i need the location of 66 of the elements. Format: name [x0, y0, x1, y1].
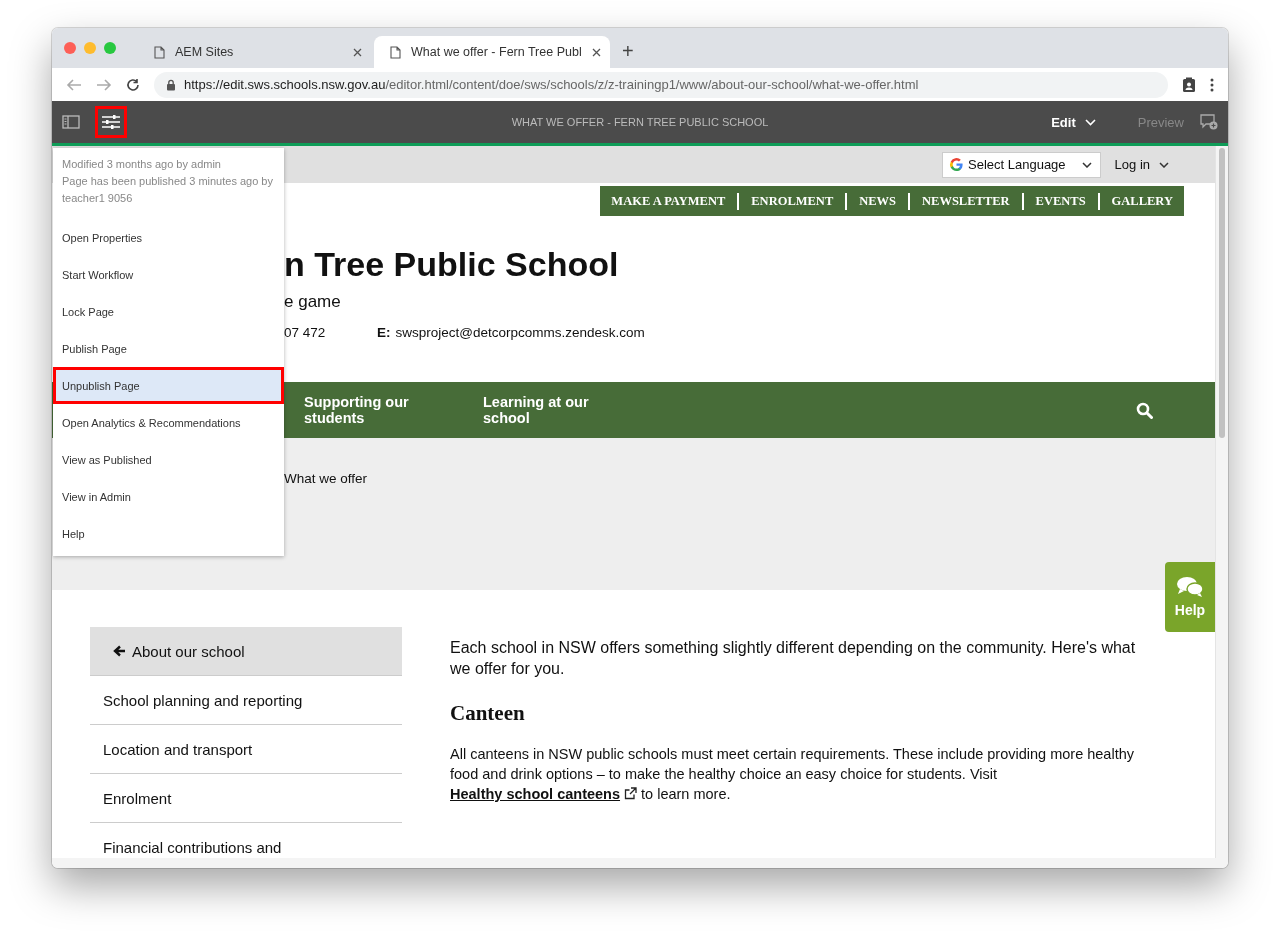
menu-item[interactable]: View in Admin [53, 478, 284, 515]
phone-number: 07 472 [284, 325, 327, 340]
menu-item[interactable]: Help [53, 515, 284, 552]
sliders-icon [101, 114, 121, 130]
email-address[interactable]: swsproject@detcorpcomms.zendesk.com [395, 325, 645, 340]
chevron-down-icon [1081, 161, 1092, 168]
language-select[interactable]: Select Language [942, 151, 1101, 178]
intro-paragraph: Each school in NSW offers something slightly different depending on the community. Here's what we offer for you. [450, 638, 1137, 679]
healthy-canteens-link[interactable]: Healthy school canteens [450, 786, 621, 802]
quick-link[interactable]: GALLERY [1111, 193, 1173, 209]
breadcrumb-current: What we offer [284, 471, 368, 486]
reload-icon[interactable] [126, 77, 140, 92]
quick-link[interactable]: EVENTS [1035, 193, 1086, 209]
menu-item[interactable]: Unpublish Page [53, 367, 284, 404]
search-icon[interactable] [1136, 402, 1153, 419]
menu-item[interactable]: Start Workflow [53, 256, 284, 293]
quick-link[interactable]: NEWS [859, 193, 897, 209]
sidebar-item[interactable]: Financial contributions and [90, 823, 402, 858]
page-title: WHAT WE OFFER - FERN TREE PUBLIC SCHOOL [511, 116, 769, 128]
nav-link[interactable]: Supporting our students [304, 394, 454, 426]
chevron-down-icon [1159, 161, 1169, 168]
new-tab-button[interactable]: + [622, 36, 634, 68]
back-arrow-icon[interactable] [66, 77, 82, 92]
sidebar-item[interactable]: School planning and reporting [90, 676, 402, 725]
quick-link[interactable]: NEWSLETTER [922, 193, 1010, 209]
mode-dropdown[interactable]: Edit [1051, 114, 1096, 130]
close-icon[interactable] [353, 47, 362, 57]
sidebar-item[interactable]: Enrolment [90, 774, 402, 823]
browser-tab[interactable]: What we offer - Fern Tree Publ [374, 36, 610, 68]
menu-item[interactable]: View as Published [53, 441, 284, 478]
annotation-icon[interactable] [1200, 114, 1218, 130]
back-link[interactable]: About our school [90, 627, 402, 676]
sidebar-item[interactable]: Location and transport [90, 725, 402, 774]
page-information-button[interactable] [96, 107, 126, 137]
clipboard-icon[interactable] [1182, 76, 1196, 93]
login-dropdown[interactable]: Log in [1114, 157, 1169, 172]
scrollbar[interactable] [1215, 146, 1228, 858]
forward-arrow-icon[interactable] [96, 77, 112, 92]
section-heading: Canteen [450, 701, 526, 726]
document-icon [390, 45, 401, 59]
document-icon [154, 45, 165, 59]
school-tagline: e game [284, 292, 342, 312]
menu-item[interactable]: Open Analytics & Recommendations [53, 404, 284, 441]
arrow-left-icon [113, 645, 126, 657]
chat-bubbles-icon [1176, 576, 1204, 598]
page-status-text: Page has been published 3 minutes ago by teacher1 9056 [62, 174, 274, 206]
browser-tab[interactable]: AEM Sites [138, 36, 374, 68]
quick-link[interactable]: ENROLMENT [751, 193, 834, 209]
page-status-text: Modified 3 months ago by admin [62, 157, 222, 172]
school-name: n Tree Public School [284, 244, 620, 284]
nav-link[interactable]: Learning at our school [483, 394, 633, 426]
menu-item[interactable]: Open Properties [53, 219, 284, 256]
g-logo-icon [949, 157, 964, 172]
quick-link[interactable]: MAKE A PAYMENT [611, 193, 726, 209]
address-bar[interactable]: https://edit.sws.schools.nsw.gov.au/editor.html/content/doe/sws/schools/z/z-trainingp1/www/about-our-school/what-we-offer.html [154, 71, 1168, 98]
email-label: E: [377, 325, 391, 340]
menu-item[interactable]: Publish Page [53, 330, 284, 367]
chevron-down-icon [1084, 118, 1096, 126]
menu-item[interactable]: Lock Page [53, 293, 284, 330]
more-menu-icon[interactable] [1210, 77, 1214, 92]
external-link-icon [624, 787, 638, 800]
close-icon[interactable] [591, 47, 601, 57]
canteen-paragraph: All canteens in NSW public schools must meet certain requirements. These include providing more healthy food and drink options – to make the healthy choice an easy choice for students. Visit Healthy school canteens to learn more. [450, 745, 1135, 804]
close-window-icon[interactable] [64, 42, 76, 54]
side-panel-icon[interactable] [62, 115, 80, 129]
lock-icon [166, 78, 176, 91]
